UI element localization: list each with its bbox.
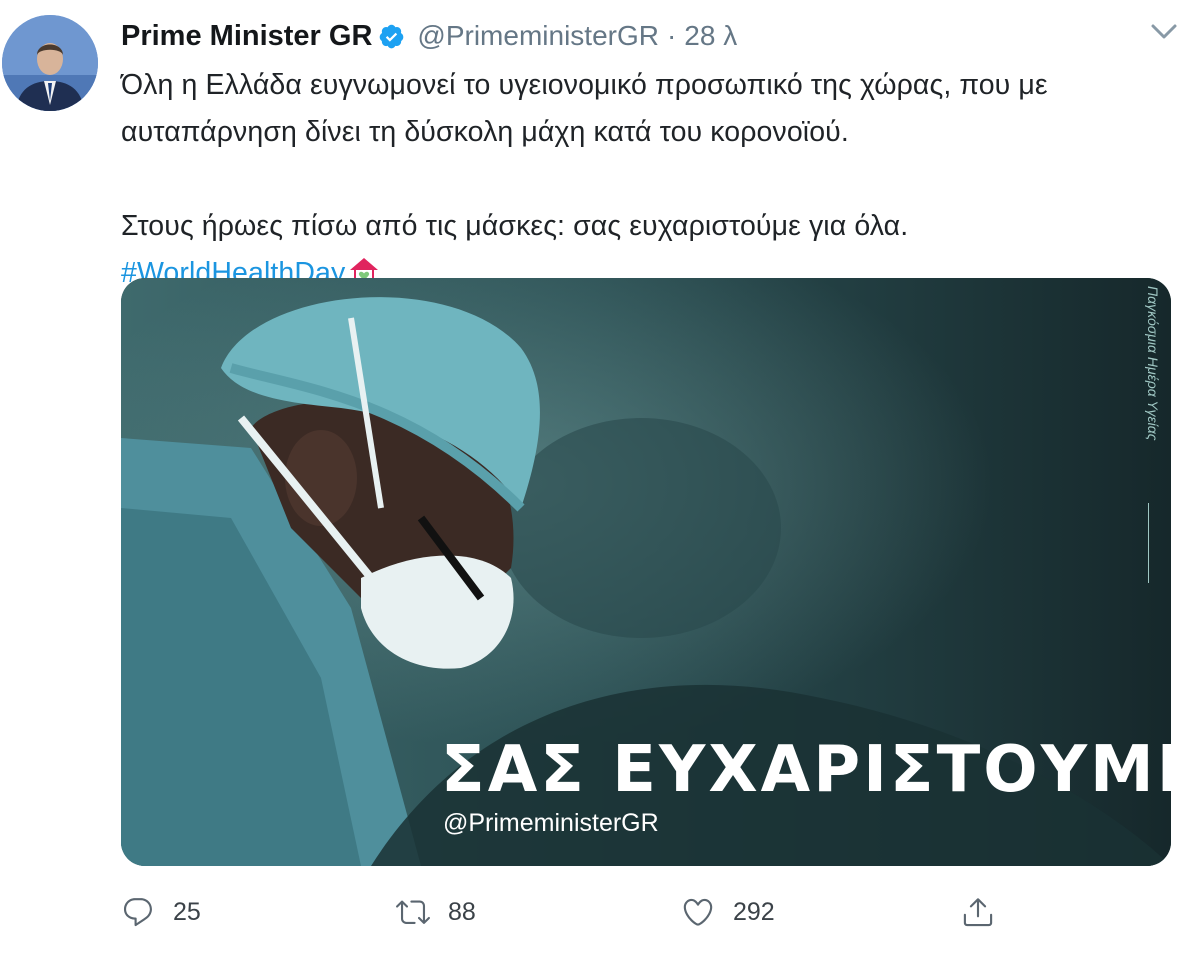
share-button[interactable] [961,890,995,934]
like-count: 292 [733,897,775,926]
avatar[interactable] [2,15,98,111]
tweet-header: Prime Minister GR @PrimeministerGR · 28 … [121,16,737,56]
author-handle[interactable]: @PrimeministerGR [417,20,659,52]
tweet-text-line: Στους ήρωες πίσω από τις μάσκες: σας ευχ… [121,210,909,242]
media-side-caption: Παγκόσμια Ημέρα Υγείας [1145,286,1161,441]
tweet-timestamp[interactable]: 28 λ [684,20,737,52]
tweet[interactable]: Prime Minister GR @PrimeministerGR · 28 … [0,0,1200,965]
retweet-count: 88 [448,897,476,926]
tweet-text-line: αυταπάρνηση δίνει τη δύσκολη μάχη κατά τ… [121,116,849,148]
media-title: ΣΑΣ ΕΥΧΑΡΙΣΤΟΥΜΕ [441,733,1171,807]
heart-icon [683,898,713,926]
tweet-text-line: Όλη η Ελλάδα ευγνωμονεί το υγειονομικό π… [121,69,1048,101]
tweet-media-image[interactable]: ΣΑΣ ΕΥΧΑΡΙΣΤΟΥΜΕ @PrimeministerGR Παγκόσ… [121,278,1171,866]
reply-button[interactable]: 25 [121,890,201,934]
chevron-down-icon[interactable] [1150,22,1178,42]
retweet-icon [396,900,430,924]
share-icon [963,898,993,927]
avatar-photo-icon [2,15,98,111]
tweet-actions: 25 88 292 [121,890,1181,934]
like-button[interactable]: 292 [681,890,775,934]
reply-count: 25 [173,897,201,926]
reply-icon [123,898,152,927]
tweet-text: Όλη η Ελλάδα ευγνωμονεί το υγειονομικό π… [121,62,1181,297]
author-name[interactable]: Prime Minister GR [121,20,372,53]
media-handle: @PrimeministerGR [443,809,659,837]
media-side-rule [1148,503,1149,583]
verified-badge-icon [380,24,404,48]
separator-dot: · [666,20,677,51]
retweet-button[interactable]: 88 [396,890,476,934]
